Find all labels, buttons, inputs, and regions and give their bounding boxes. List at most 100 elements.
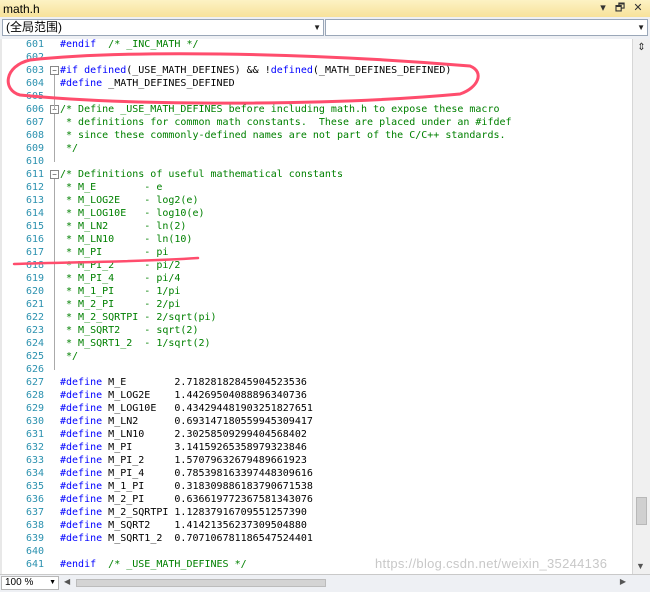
code-line[interactable]: 615 * M_LN2 - ln(2) [0,220,632,233]
code-line[interactable]: 603− #if defined(_USE_MATH_DEFINES) && !d… [0,64,632,77]
scope-dropdown[interactable]: (全局范围) ▼ [2,19,324,36]
document-tab-title[interactable]: math.h [3,2,40,16]
line-number: 624 [25,338,44,349]
split-window-icon[interactable]: ⇕ [636,42,647,53]
code-line[interactable]: 616 * M_LN10 - ln(10) [0,233,632,246]
line-number: 607 [25,117,44,128]
code-line[interactable]: 613 * M_LOG2E - log2(e) [0,194,632,207]
code-line[interactable]: 604 #define _MATH_DEFINES_DEFINED [0,77,632,90]
code-text: #if defined(_USE_MATH_DEFINES) && !defin… [60,65,452,76]
code-text: #define M_E 2.71828182845904523536 [60,377,307,388]
code-line[interactable]: 625 */ [0,350,632,363]
line-number: 631 [25,429,44,440]
scroll-left-icon[interactable]: ◀ [64,577,70,586]
code-text: #define M_SQRT2 1.41421356237309504880 [60,520,307,531]
code-line[interactable]: 632 #define M_PI 3.14159265358979323846 [0,441,632,454]
code-line[interactable]: 626 [0,363,632,376]
code-line[interactable]: 628 #define M_LOG2E 1.4426950408889634073… [0,389,632,402]
line-number: 640 [25,546,44,557]
code-text: * M_PI - pi [60,247,169,258]
close-tab-icon[interactable]: ✕ [631,1,645,15]
zoom-value: 100 % [5,577,34,588]
editor-status-bar: 100 % ▼ ◀ ▶ [0,574,650,592]
code-text: * M_2_SQRTPI - 2/sqrt(pi) [60,312,217,323]
line-number: 633 [25,455,44,466]
line-number: 614 [25,208,44,219]
code-text: * M_PI_2 - pi/2 [60,260,181,271]
vertical-scrollbar[interactable]: ⇕ ▼ [632,39,650,574]
line-number: 629 [25,403,44,414]
navigation-bar: (全局范围) ▼ ▼ [0,17,650,39]
line-number: 609 [25,143,44,154]
code-line[interactable]: 601 #endif /* _INC_MATH */ [0,39,632,51]
scroll-down-icon[interactable]: ▼ [636,561,645,571]
code-editor[interactable]: 601 #endif /* _INC_MATH */602 603− #if defi… [0,39,632,574]
code-line[interactable]: 605 [0,90,632,103]
code-text: #define M_PI_2 1.57079632679489661923 [60,455,307,466]
code-line[interactable]: 610 [0,155,632,168]
code-line[interactable]: 612 * M_E - e [0,181,632,194]
horizontal-scrollbar[interactable]: ◀ ▶ [62,577,632,589]
code-line[interactable]: 631 #define M_LN10 2.30258509299404568402 [0,428,632,441]
code-line[interactable]: 623 * M_SQRT2 - sqrt(2) [0,324,632,337]
code-text: * M_LN10 - ln(10) [60,234,193,245]
outline-guide [54,179,55,370]
tab-dropdown-icon[interactable]: ▾ [596,1,610,15]
code-line[interactable]: 614 * M_LOG10E - log10(e) [0,207,632,220]
code-line[interactable]: 602 [0,51,632,64]
code-line[interactable]: 638 #define M_SQRT2 1.4142135623730950488… [0,519,632,532]
restore-window-icon[interactable]: 🗗 [613,1,627,15]
code-line[interactable]: 624 * M_SQRT1_2 - 1/sqrt(2) [0,337,632,350]
code-text: #endif /* _INC_MATH */ [60,39,199,50]
code-line[interactable]: 617 * M_PI - pi [0,246,632,259]
line-number: 636 [25,494,44,505]
code-line[interactable]: 611−/* Definitions of useful mathematica… [0,168,632,181]
code-line[interactable]: 609 */ [0,142,632,155]
line-number: 612 [25,182,44,193]
code-line[interactable]: 607 * definitions for common math consta… [0,116,632,129]
code-text: #define M_2_SQRTPI 1.1283791670955125739… [60,507,307,518]
code-line[interactable]: 636 #define M_2_PI 0.63661977236758134307… [0,493,632,506]
zoom-dropdown[interactable]: 100 % ▼ [1,576,59,590]
code-line[interactable]: 622 * M_2_SQRTPI - 2/sqrt(pi) [0,311,632,324]
code-text: * M_1_PI - 1/pi [60,286,181,297]
code-text: #define M_1_PI 0.318309886183790671538 [60,481,313,492]
line-number: 641 [25,559,44,570]
code-line[interactable]: 619 * M_PI_4 - pi/4 [0,272,632,285]
code-line[interactable]: 635 #define M_1_PI 0.31830988618379067153… [0,480,632,493]
code-line[interactable]: 629 #define M_LOG10E 0.434294481903251827… [0,402,632,415]
line-number: 634 [25,468,44,479]
line-number: 615 [25,221,44,232]
code-text: #define _MATH_DEFINES_DEFINED [60,78,235,89]
code-line[interactable]: 639 #define M_SQRT1_2 0.70710678118654752… [0,532,632,545]
code-line[interactable]: 608 * since these commonly-defined names… [0,129,632,142]
code-line[interactable]: 620 * M_1_PI - 1/pi [0,285,632,298]
code-line[interactable]: 630 #define M_LN2 0.693147180559945309417 [0,415,632,428]
code-line[interactable]: 633 #define M_PI_2 1.57079632679489661923 [0,454,632,467]
code-line[interactable]: 634 #define M_PI_4 0.78539816339744830961… [0,467,632,480]
code-line[interactable]: 618 * M_PI_2 - pi/2 [0,259,632,272]
code-line[interactable]: 606−/* Define _USE_MATH_DEFINES before i… [0,103,632,116]
code-text: #define M_PI_4 0.785398163397448309616 [60,468,313,479]
code-line[interactable]: 621 * M_2_PI - 2/pi [0,298,632,311]
outline-guide [54,114,55,162]
collapse-icon[interactable]: − [50,170,59,179]
line-number: 630 [25,416,44,427]
line-number: 621 [25,299,44,310]
collapse-icon[interactable]: − [50,66,59,75]
vertical-scroll-thumb[interactable] [636,497,647,525]
chevron-down-icon: ▼ [49,579,56,586]
line-number: 613 [25,195,44,206]
line-number: 639 [25,533,44,544]
scroll-right-icon[interactable]: ▶ [620,577,626,586]
line-number: 618 [25,260,44,271]
code-text: */ [60,143,79,154]
code-line[interactable]: 637 #define M_2_SQRTPI 1.1283791670955125… [0,506,632,519]
horizontal-scroll-thumb[interactable] [76,579,326,587]
member-dropdown[interactable]: ▼ [325,19,648,36]
code-line[interactable]: 627 #define M_E 2.71828182845904523536 [0,376,632,389]
code-text: * since these commonly-defined names are… [60,130,506,141]
line-number: 601 [25,39,44,50]
code-text: * M_LOG2E - log2(e) [60,195,199,206]
line-number: 626 [25,364,44,375]
